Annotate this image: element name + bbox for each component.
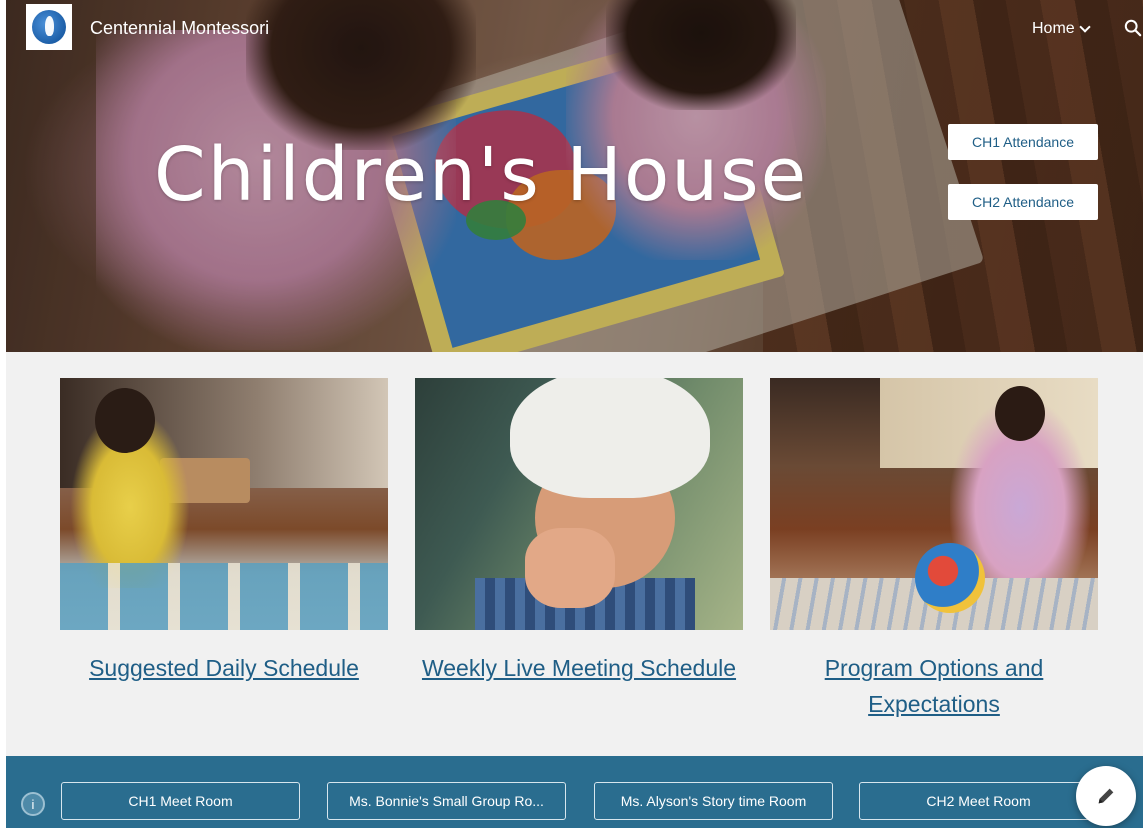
card-photo-girl-with-globe[interactable] bbox=[770, 378, 1098, 630]
page-title: Children's House bbox=[154, 132, 809, 218]
card-photo-boy-with-hat[interactable] bbox=[415, 378, 743, 630]
photo-girl-head bbox=[95, 388, 155, 453]
card-suggested-daily-schedule: Suggested Daily Schedule bbox=[60, 378, 388, 686]
chevron-down-icon bbox=[1079, 21, 1091, 33]
ch2-attendance-button[interactable]: CH2 Attendance bbox=[948, 184, 1098, 220]
edit-fab-button[interactable] bbox=[1076, 766, 1136, 826]
ch1-meet-room-button[interactable]: CH1 Meet Room bbox=[61, 782, 300, 820]
logo-globe-icon bbox=[32, 10, 66, 44]
program-options-and-expectations-link[interactable]: Program Options and Expectations bbox=[770, 650, 1098, 722]
suggested-daily-schedule-link[interactable]: Suggested Daily Schedule bbox=[60, 650, 388, 686]
pencil-edit-icon bbox=[1098, 788, 1114, 804]
site-title[interactable]: Centennial Montessori bbox=[90, 18, 269, 39]
content-section: Suggested Daily Schedule Weekly Live Mee… bbox=[6, 352, 1143, 756]
photo-hat bbox=[510, 378, 710, 498]
photo-hand bbox=[525, 528, 615, 608]
alyson-story-time-room-button[interactable]: Ms. Alyson's Story time Room bbox=[594, 782, 833, 820]
footer-bar: i CH1 Meet Room Ms. Bonnie's Small Group… bbox=[6, 756, 1143, 828]
top-navigation: Centennial Montessori Home bbox=[6, 0, 1143, 62]
site-logo[interactable] bbox=[26, 4, 72, 50]
ch1-attendance-button[interactable]: CH1 Attendance bbox=[948, 124, 1098, 160]
photo-girl-head bbox=[995, 386, 1045, 441]
search-icon[interactable] bbox=[1124, 18, 1142, 38]
hero-banner: Centennial Montessori Home Children's Ho… bbox=[6, 0, 1143, 352]
photo-globe bbox=[915, 543, 985, 613]
photo-mats bbox=[60, 563, 388, 630]
ch2-meet-room-button[interactable]: CH2 Meet Room bbox=[859, 782, 1098, 820]
card-photo-girl-with-mats[interactable] bbox=[60, 378, 388, 630]
info-icon[interactable]: i bbox=[21, 792, 45, 816]
card-program-options-and-expectations: Program Options and Expectations bbox=[770, 378, 1098, 722]
bonnie-small-group-room-button[interactable]: Ms. Bonnie's Small Group Ro... bbox=[327, 782, 566, 820]
card-weekly-live-meeting-schedule: Weekly Live Meeting Schedule bbox=[415, 378, 743, 686]
nav-home-menu[interactable]: Home bbox=[1032, 20, 1091, 38]
nav-home-label: Home bbox=[1032, 20, 1075, 37]
weekly-live-meeting-schedule-link[interactable]: Weekly Live Meeting Schedule bbox=[415, 650, 743, 686]
